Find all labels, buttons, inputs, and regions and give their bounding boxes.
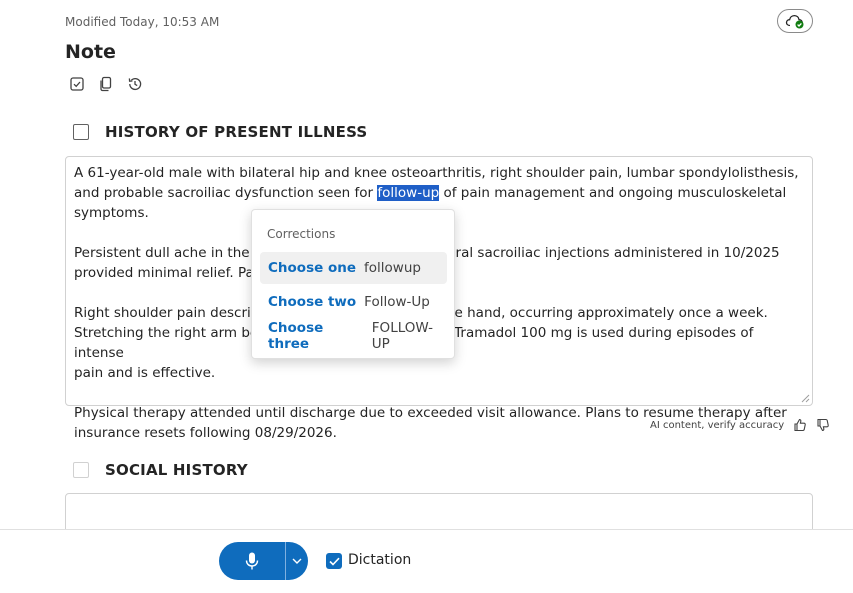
social-section-heading: SOCIAL HISTORY (105, 461, 248, 479)
copy-icon (100, 76, 112, 92)
cloud-check-icon (785, 14, 804, 29)
checklist-button[interactable] (68, 75, 86, 93)
thumbs-down-icon[interactable] (816, 418, 830, 432)
resize-handle-icon[interactable] (801, 394, 810, 403)
selected-word[interactable]: follow-up (377, 185, 440, 201)
ai-feedback-row: AI content, verify accuracy (650, 418, 830, 432)
note-toolbar (68, 75, 144, 93)
page-title: Note (65, 41, 116, 63)
chevron-down-icon (292, 558, 302, 564)
dictation-checkbox[interactable] (326, 553, 342, 569)
dictation-bar (0, 529, 853, 593)
dictation-label: Dictation (348, 552, 412, 568)
mic-button-group (219, 542, 308, 580)
microphone-icon (245, 552, 259, 570)
modified-timestamp: Modified Today, 10:53 AM (65, 15, 220, 29)
history-button[interactable] (126, 75, 144, 93)
checkmark-icon (328, 557, 340, 566)
history-icon (128, 78, 142, 91)
thumbs-up-icon[interactable] (793, 418, 807, 432)
social-section-checkbox[interactable] (73, 462, 89, 478)
corrections-popup: Corrections Choose one followup Choose t… (251, 209, 455, 359)
hpi-section-heading: HISTORY OF PRESENT ILLNESS (105, 123, 368, 141)
ai-disclaimer: AI content, verify accuracy (650, 419, 785, 431)
corrections-heading: Corrections (267, 227, 336, 241)
mic-button[interactable] (219, 542, 285, 580)
correction-option-two[interactable]: Choose two Follow-Up (260, 286, 447, 318)
correction-option-one[interactable]: Choose one followup (260, 252, 447, 284)
hpi-section-checkbox[interactable] (73, 124, 89, 140)
sync-status-button[interactable] (777, 9, 813, 33)
correction-option-three[interactable]: Choose three FOLLOW-UP (260, 320, 447, 352)
copy-button[interactable] (97, 75, 115, 93)
checkbox-icon (70, 77, 84, 91)
